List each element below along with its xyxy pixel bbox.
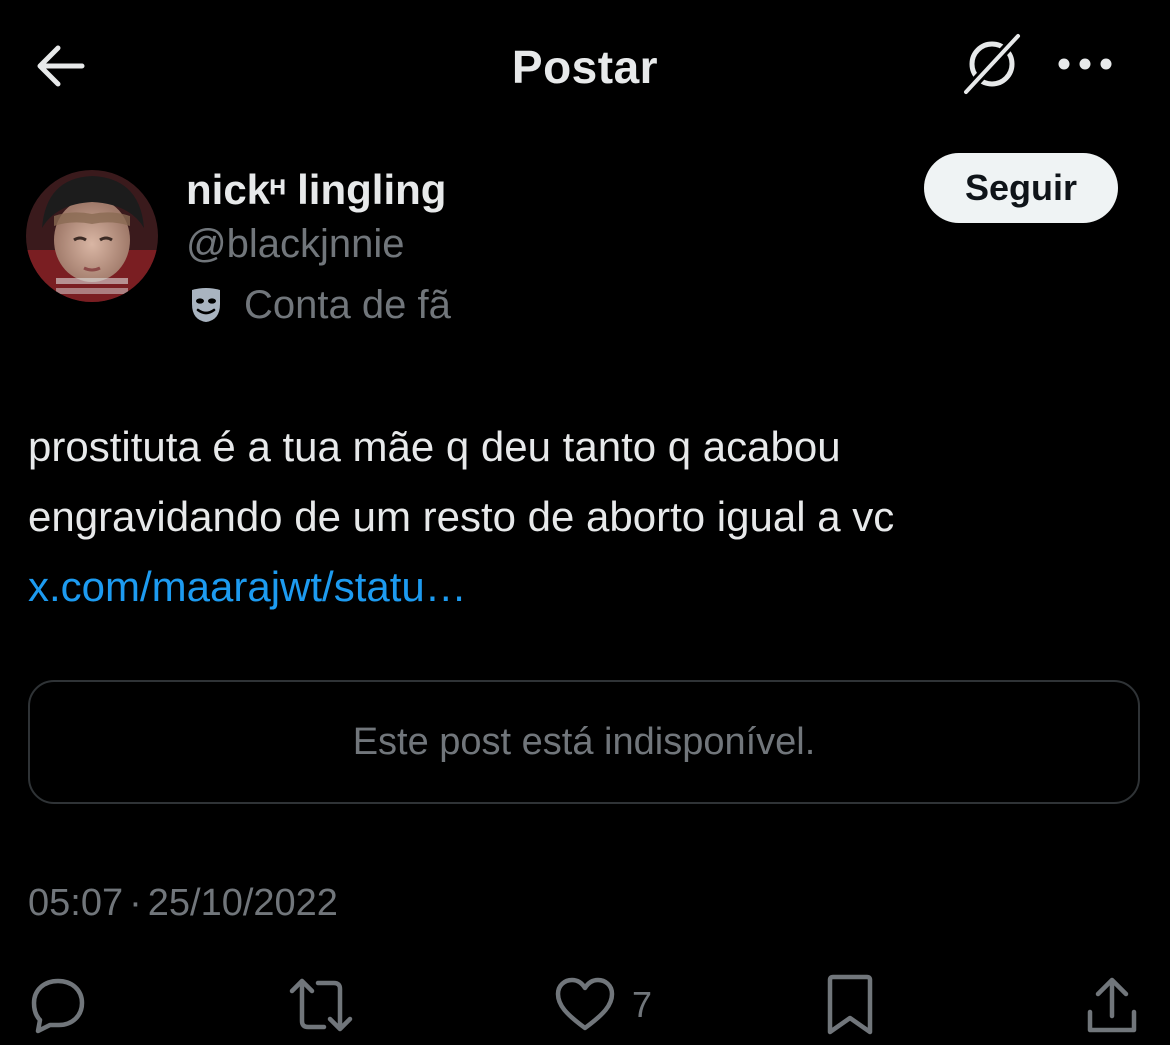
fan-account-text: Conta de fã	[244, 282, 451, 327]
unavailable-quote-card: Este post está indisponível.	[28, 680, 1140, 804]
top-bar: Postar	[0, 0, 1170, 135]
grok-icon	[956, 30, 1028, 103]
repost-icon	[288, 975, 354, 1035]
timestamp-separator: ·	[129, 882, 142, 924]
post-text-line-1: prostituta é a tua mãe q deu tanto q aca…	[28, 423, 841, 470]
reply-icon	[28, 975, 88, 1035]
more-dots-icon	[1057, 57, 1113, 76]
reply-button[interactable]	[28, 970, 88, 1040]
heart-icon	[554, 976, 616, 1034]
post-text: prostituta é a tua mãe q deu tanto q aca…	[28, 412, 1128, 622]
fan-account-label: Conta de fã	[186, 282, 451, 328]
share-button[interactable]	[1084, 970, 1140, 1040]
post-timestamp[interactable]: 05:07 · 25/10/2022	[28, 882, 338, 925]
share-icon	[1084, 974, 1140, 1036]
repost-button[interactable]	[288, 970, 354, 1040]
bookmark-button[interactable]	[824, 970, 876, 1040]
post-link[interactable]: x.com/maarajwt/statu…	[28, 563, 467, 610]
post-date: 25/10/2022	[147, 882, 338, 924]
display-name[interactable]: nickᵸ lingling	[186, 166, 446, 214]
user-handle[interactable]: @blackjnnie	[186, 222, 405, 267]
like-count: 7	[632, 984, 653, 1025]
unavailable-text: Este post está indisponível.	[352, 720, 816, 763]
theater-mask-icon	[186, 285, 226, 325]
grok-button[interactable]	[950, 30, 1034, 102]
post-text-line-2: engravidando de um resto de aborto igual…	[28, 493, 895, 540]
more-button[interactable]	[1050, 40, 1120, 92]
bookmark-icon	[824, 974, 876, 1036]
post-time: 05:07	[28, 882, 124, 924]
avatar[interactable]	[26, 170, 158, 302]
action-bar: 7	[0, 970, 1170, 1040]
follow-button[interactable]: Seguir	[924, 153, 1118, 223]
like-button[interactable]: 7	[554, 970, 652, 1040]
